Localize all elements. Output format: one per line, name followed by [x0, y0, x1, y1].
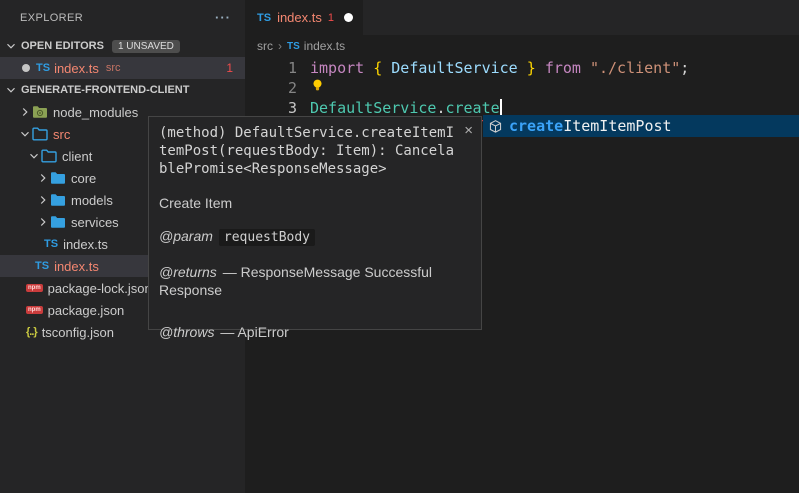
tree-item-label: client — [62, 149, 92, 164]
close-icon[interactable]: × — [464, 122, 473, 139]
tab-index-ts[interactable]: TS index.ts 1 — [245, 0, 363, 35]
folder-icon — [50, 193, 66, 207]
typescript-file-icon: TS — [36, 62, 50, 74]
open-editors-header[interactable]: OPEN EDITORS 1 UNSAVED — [0, 35, 245, 57]
open-editor-filename: index.ts — [54, 61, 99, 76]
folder-open-icon — [41, 149, 57, 163]
tree-item-label: services — [71, 215, 119, 230]
ts-icon: TS — [35, 260, 49, 272]
code-token — [518, 59, 527, 77]
tab-error-count: 1 — [328, 12, 334, 24]
throws-text: — ApiError — [220, 324, 288, 340]
code-line-3[interactable]: DefaultService.create — [310, 98, 502, 118]
project-name-label: GENERATE-FRONTEND-CLIENT — [21, 84, 189, 96]
tree-item-label: index.ts — [63, 237, 108, 252]
explorer-header: EXPLORER ··· — [0, 0, 245, 35]
breadcrumb-separator-icon: › — [278, 39, 282, 53]
code-token: "./client" — [590, 59, 680, 77]
code-token: { — [373, 59, 391, 77]
code-token: } — [527, 59, 545, 77]
signature-line: temPost(requestBody: Item): Cancela — [159, 142, 471, 160]
npm-icon: npm — [26, 284, 43, 293]
code-token: from — [545, 59, 590, 77]
docs-summary: Create Item — [159, 195, 471, 211]
chevron-down-icon — [4, 83, 18, 97]
project-section-header[interactable]: GENERATE-FRONTEND-CLIENT — [0, 79, 245, 101]
json-icon: {..} — [26, 326, 37, 338]
vscode-window: EXPLORER ··· OPEN EDITORS 1 UNSAVED TS i… — [0, 0, 799, 493]
code-token: DefaultService — [310, 99, 436, 117]
tree-item-label: node_modules — [53, 105, 138, 120]
text-cursor — [500, 99, 502, 116]
chevron-right-icon — [36, 171, 50, 185]
chevron-down-icon — [18, 127, 32, 141]
suggest-widget: create ItemItemPost — [483, 115, 799, 137]
tree-item-label: package.json — [48, 303, 125, 318]
returns-tag-label: @returns — [159, 264, 217, 280]
tree-item-label: src — [53, 127, 70, 142]
modified-dot-icon — [22, 64, 30, 72]
docs-returns-tag: @returns — ResponseMessage Successful Re… — [159, 263, 465, 299]
breadcrumb-folder[interactable]: src — [257, 39, 273, 53]
suggest-match-text: create — [509, 117, 563, 135]
typescript-file-icon: TS — [257, 12, 271, 24]
line-number: 3 — [245, 98, 297, 118]
param-tag-label: @param — [159, 228, 213, 244]
line-number: 1 — [245, 58, 297, 78]
docs-throws-tag: @throws — ApiError — [159, 323, 465, 341]
code-token: DefaultService — [391, 59, 517, 77]
tree-item-label: core — [71, 171, 96, 186]
chevron-down-icon — [4, 39, 18, 53]
tree-item-label: models — [71, 193, 113, 208]
more-actions-icon[interactable]: ··· — [215, 10, 231, 25]
open-editors-label: OPEN EDITORS — [21, 40, 104, 52]
error-count-badge: 1 — [226, 61, 233, 75]
typescript-file-icon: TS — [287, 41, 300, 52]
folder-icon — [50, 171, 66, 185]
breadcrumb-file[interactable]: index.ts — [304, 39, 345, 53]
code-token: ; — [680, 59, 689, 77]
signature-line: (method) DefaultService.createItemI — [159, 124, 471, 142]
chevron-right-icon — [18, 105, 32, 119]
suggest-rest-text: ItemItemPost — [563, 117, 671, 135]
tree-item-label: package-lock.json — [48, 281, 152, 296]
open-editor-path: src — [106, 62, 121, 74]
folder-open-icon — [32, 127, 48, 141]
tab-filename: index.ts — [277, 10, 322, 25]
line-number: 2 — [245, 78, 297, 98]
tree-item-label: tsconfig.json — [42, 325, 114, 340]
unsaved-dot-icon[interactable] — [344, 13, 353, 22]
lightbulb-icon — [310, 78, 325, 93]
code-token: import — [310, 59, 373, 77]
docs-param-tag: @param requestBody — [159, 227, 465, 247]
npm-icon: npm — [26, 306, 43, 315]
code-line-2[interactable] — [310, 78, 325, 98]
code-area[interactable]: 123 import { DefaultService } from "./cli… — [245, 58, 799, 118]
suggest-item-createItemItemPost[interactable]: create ItemItemPost — [483, 115, 799, 137]
explorer-title: EXPLORER — [20, 12, 83, 24]
chevron-down-icon — [27, 149, 41, 163]
param-code-chip: requestBody — [219, 229, 315, 246]
signature-line: blePromise<ResponseMessage> — [159, 160, 471, 178]
unsaved-badge: 1 UNSAVED — [112, 40, 180, 53]
folder-node-icon — [32, 105, 48, 119]
method-cube-icon — [488, 119, 503, 134]
tree-item-label: index.ts — [54, 259, 99, 274]
chevron-right-icon — [36, 215, 50, 229]
suggest-docs-panel: × (method) DefaultService.createItemI te… — [148, 116, 482, 330]
folder-icon — [50, 215, 66, 229]
tab-bar: TS index.ts 1 — [245, 0, 799, 35]
throws-tag-label: @throws — [159, 324, 214, 340]
code-line-1[interactable]: import { DefaultService } from "./client… — [310, 58, 689, 78]
chevron-right-icon — [36, 193, 50, 207]
ts-icon: TS — [44, 238, 58, 250]
open-editor-item[interactable]: TS index.ts src 1 — [0, 57, 245, 79]
breadcrumb: src › TS index.ts — [245, 35, 799, 57]
